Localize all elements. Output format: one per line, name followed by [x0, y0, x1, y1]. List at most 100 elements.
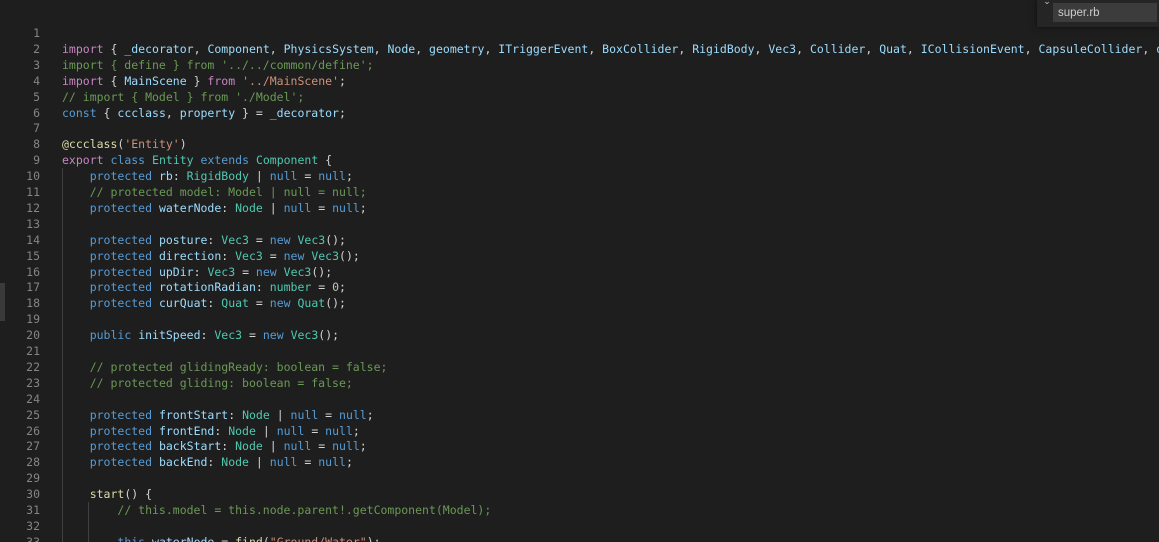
- code-text[interactable]: // import { Model } from './Model';: [62, 89, 304, 105]
- code-token: ;: [345, 169, 353, 184]
- code-token: new: [283, 248, 305, 263]
- code-text[interactable]: protected curQuat: Quat = new Quat();: [62, 295, 346, 311]
- line-number: 28: [26, 455, 40, 470]
- line-number: 12: [26, 200, 40, 215]
- code-text[interactable]: this.waterNode = find("Ground/Water");: [62, 534, 380, 542]
- code-token: =: [304, 423, 326, 438]
- code-text[interactable]: import { define } from '../../common/def…: [62, 57, 374, 73]
- code-token: new: [255, 264, 277, 279]
- line-number: 3: [33, 57, 40, 72]
- code-text[interactable]: protected frontStart: Node | null = null…: [62, 407, 374, 423]
- code-token: // protected glidingReady: boolean = fal…: [89, 359, 388, 374]
- code-text[interactable]: protected rotationRadian: number = 0;: [62, 279, 346, 295]
- code-text[interactable]: protected frontEnd: Node | null = null;: [62, 423, 360, 439]
- code-token: start: [89, 487, 125, 502]
- code-token: :: [207, 232, 222, 247]
- code-text[interactable]: import { MainScene } from '../MainScene'…: [62, 73, 346, 89]
- code-text[interactable]: protected backEnd: Node | null = null;: [62, 454, 353, 470]
- code-text[interactable]: protected rb: RigidBody | null = null;: [62, 168, 353, 184]
- code-token: backStart: [158, 439, 222, 454]
- code-text[interactable]: // protected gliding: boolean = false;: [62, 375, 353, 391]
- code-text[interactable]: protected posture: Vec3 = new Vec3();: [62, 232, 346, 248]
- code-token: Vec3: [214, 328, 243, 343]
- chevron-down-icon[interactable]: ⌄: [1041, 0, 1053, 8]
- code-token: @ccclass: [62, 137, 118, 152]
- code-text[interactable]: // this.model = this.node.parent!.getCom…: [62, 502, 491, 518]
- code-token: ;: [339, 73, 346, 88]
- code-token: ,: [373, 41, 388, 56]
- code-text[interactable]: start() {: [62, 486, 152, 502]
- code-token: ();: [325, 296, 346, 311]
- code-text[interactable]: protected upDir: Vec3 = new Vec3();: [62, 264, 332, 280]
- code-token: extends: [200, 153, 249, 168]
- code-token: protected: [89, 248, 153, 263]
- code-token: null: [332, 200, 360, 215]
- code-token: 0: [332, 280, 340, 295]
- code-text[interactable]: const { ccclass, property } = _decorator…: [62, 105, 346, 121]
- code-token: null: [283, 200, 312, 215]
- code-token: Node: [235, 200, 263, 215]
- code-text[interactable]: public initSpeed: Vec3 = new Vec3();: [62, 327, 339, 343]
- code-token: :: [221, 200, 236, 215]
- code-token: protected: [89, 232, 153, 247]
- code-token: :: [200, 328, 215, 343]
- code-token: (: [262, 534, 270, 542]
- code-token: {: [96, 105, 118, 120]
- code-token: Vec3: [768, 41, 797, 56]
- code-token: ,: [415, 41, 430, 56]
- code-token: // protected gliding: boolean = false;: [89, 375, 353, 390]
- code-token: BoxCollider: [602, 41, 679, 56]
- line-number: 30: [26, 487, 40, 502]
- code-token: =: [248, 232, 270, 247]
- code-token: find: [235, 534, 263, 542]
- code-token: =: [248, 296, 270, 311]
- code-token: ,: [193, 41, 208, 56]
- find-widget[interactable]: ⌄: [1037, 0, 1159, 27]
- code-token: export: [62, 153, 104, 168]
- code-token: ,: [754, 41, 769, 56]
- line-number: 18: [26, 296, 40, 311]
- code-token: protected: [89, 169, 153, 184]
- code-token: this: [117, 534, 146, 542]
- code-token: ,: [269, 41, 284, 56]
- code-token: waterNode: [152, 534, 215, 542]
- code-text[interactable]: // protected model: Model | null = null;: [62, 184, 367, 200]
- code-token: =: [262, 248, 284, 263]
- code-text[interactable]: protected direction: Vec3 = new Vec3();: [62, 248, 360, 264]
- code-text[interactable]: export class Entity extends Component {: [62, 152, 332, 168]
- code-token: Vec3: [235, 248, 263, 263]
- code-token: // protected model: Model | null = null;: [89, 185, 367, 199]
- code-token: frontStart: [158, 407, 229, 422]
- line-number: 33: [26, 534, 40, 542]
- code-text[interactable]: import { _decorator, Component, PhysicsS…: [62, 41, 1159, 57]
- code-token: Vec3: [283, 264, 312, 279]
- code-text[interactable]: protected waterNode: Node | null = null;: [62, 200, 367, 216]
- line-number: 25: [26, 407, 40, 422]
- code-token: '../MainScene': [242, 73, 339, 88]
- code-token: property: [179, 105, 236, 120]
- code-editor[interactable]: 1 2 import { _decorator, Component, Physic…: [0, 0, 1159, 542]
- indent-guide: [62, 168, 63, 542]
- code-token: |: [248, 455, 270, 470]
- find-input[interactable]: [1053, 3, 1157, 22]
- code-token: {: [103, 41, 125, 56]
- code-token: new: [262, 328, 284, 343]
- code-text[interactable]: protected backStart: Node | null = null;: [62, 438, 367, 454]
- code-token: |: [255, 423, 277, 438]
- code-token: ,: [678, 41, 693, 56]
- code-text[interactable]: @ccclass('Entity'): [62, 136, 187, 152]
- code-token: () {: [124, 487, 153, 502]
- code-token: =: [311, 280, 333, 295]
- code-token: null: [318, 455, 346, 470]
- code-text[interactable]: // protected glidingReady: boolean = fal…: [62, 359, 388, 375]
